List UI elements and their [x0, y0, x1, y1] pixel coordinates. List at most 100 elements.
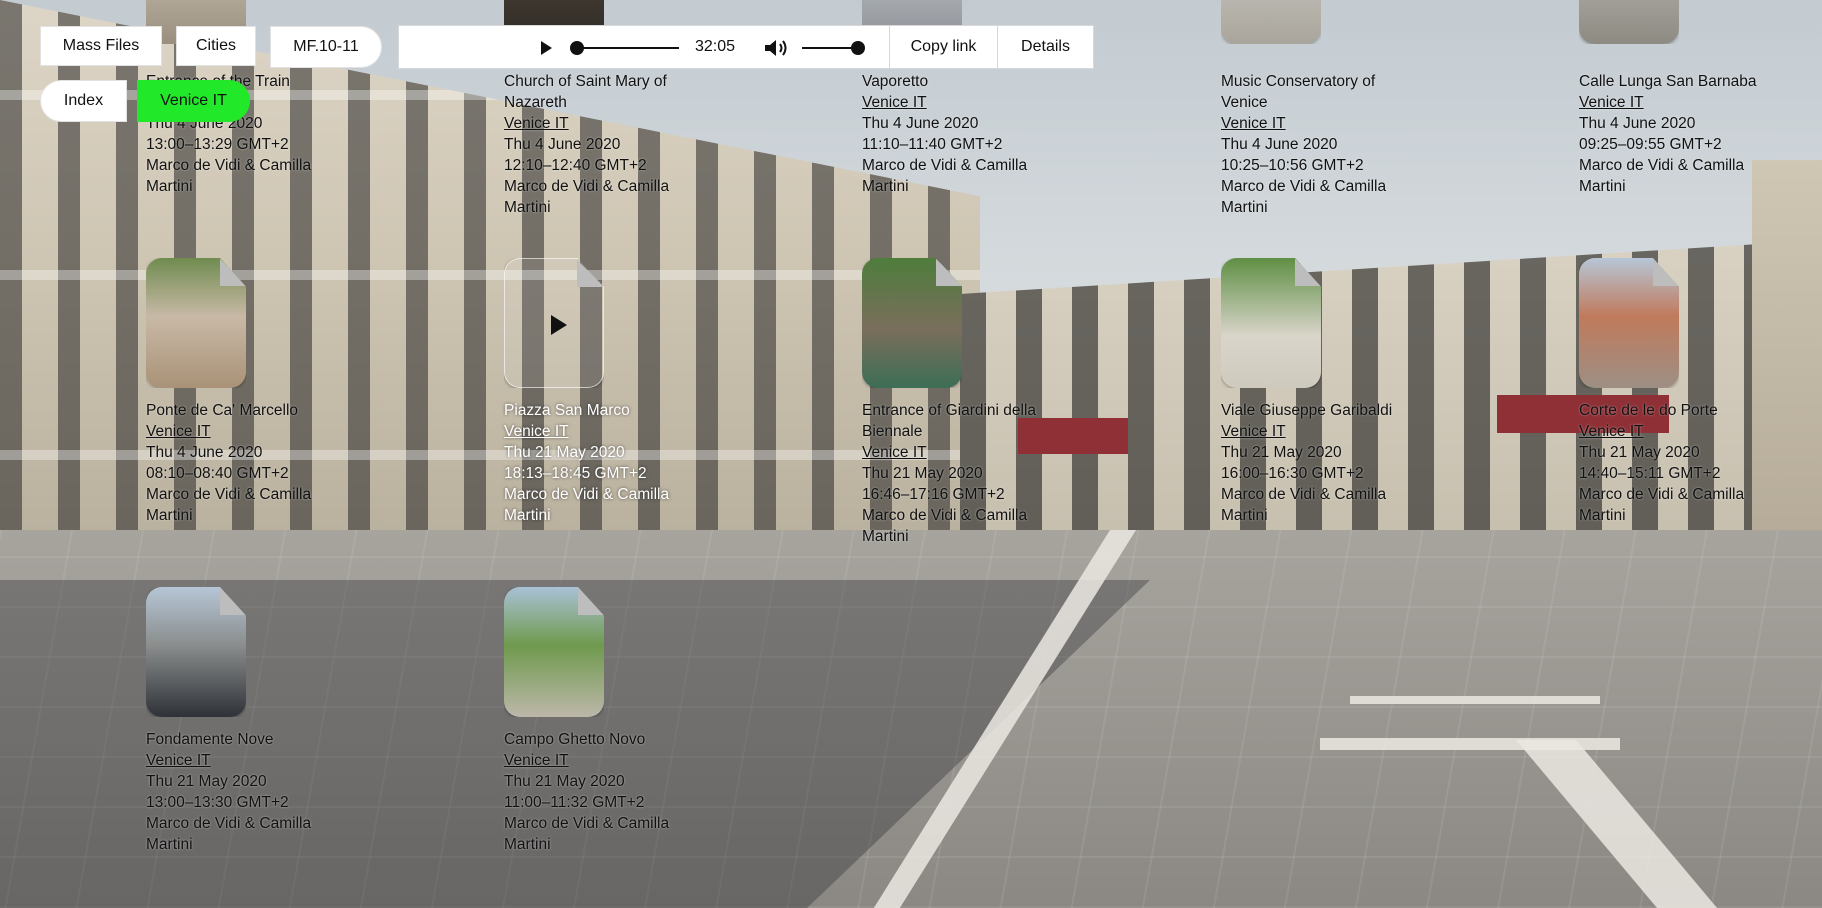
recording-info: Calle Lunga San Barnaba Venice IT Thu 4 Ju… [1579, 71, 1769, 197]
playback-time: 32:05 [695, 38, 736, 55]
recording-author: Marco de Vidi & Camilla [146, 157, 312, 174]
recording-info: Fondamente Nove Venice IT Thu 21 May 2020 1… [146, 729, 336, 855]
recording-time: 16:00–16:30 GMT+2 [1221, 465, 1364, 482]
recording-info: Viale Giuseppe Garibaldi Venice IT Thu 21 … [1221, 400, 1411, 526]
recording-title[interactable]: Corte de le do Porte [1579, 400, 1769, 421]
recording-time: 13:00–13:30 GMT+2 [146, 794, 289, 811]
recording-title[interactable]: Piazza San Marco [504, 400, 694, 421]
play-icon[interactable] [551, 315, 567, 335]
recording-info: Vaporetto Venice IT Thu 4 June 2020 11:10–1… [862, 71, 1052, 197]
audio-player: 32:05 Copy link Details [398, 25, 1094, 69]
recording-info: Church of Saint Mary of Nazareth Venice I… [504, 71, 694, 218]
recording-info: Piazza San Marco Venice IT Thu 21 May 2020… [504, 400, 694, 526]
recording-date: Thu 21 May 2020 [504, 773, 625, 790]
recording-date: Thu 21 May 2020 [1579, 444, 1700, 461]
recording-author: Marco de Vidi & Camilla [504, 178, 670, 195]
recording-author: Marco de Vidi & Camilla [504, 815, 670, 832]
copy-link-button[interactable]: Copy link [889, 26, 997, 68]
play-icon[interactable] [541, 41, 552, 55]
recording-title[interactable]: Music Conservatory of Venice [1221, 71, 1411, 113]
recording-thumbnail[interactable] [1579, 0, 1679, 44]
recording-city-link[interactable]: Venice IT [1221, 113, 1411, 134]
recording-time: 10:25–10:56 GMT+2 [1221, 157, 1364, 174]
pavement-stripe [1350, 696, 1600, 704]
recording-author: Martini [1579, 507, 1626, 524]
recording-title[interactable]: Ponte de Ca' Marcello [146, 400, 336, 421]
recording-city-link[interactable]: Venice IT [1579, 421, 1769, 442]
details-button[interactable]: Details [997, 26, 1093, 68]
recording-thumbnail[interactable] [1221, 258, 1321, 388]
nav-series-button[interactable]: MF.10-11 [270, 26, 382, 68]
recording-date: Thu 4 June 2020 [1221, 136, 1338, 153]
recording-author: Martini [504, 507, 551, 524]
recording-time: 11:10–11:40 GMT+2 [862, 136, 1003, 153]
recording-city-link[interactable]: Venice IT [504, 750, 694, 771]
recording-time: 11:00–11:32 GMT+2 [504, 794, 645, 811]
recording-city-link[interactable]: Venice IT [504, 421, 694, 442]
volume-icon[interactable] [763, 38, 789, 58]
recording-title[interactable]: Viale Giuseppe Garibaldi [1221, 400, 1411, 421]
recording-title[interactable]: Entrance of Giardini della Biennale [862, 400, 1052, 442]
recording-date: Thu 21 May 2020 [504, 444, 625, 461]
city-filter-venice-button[interactable]: Venice IT [137, 80, 250, 122]
recording-thumbnail[interactable] [862, 258, 962, 388]
recording-city-link[interactable]: Venice IT [146, 421, 336, 442]
recording-time: 16:46–17:16 GMT+2 [862, 486, 1005, 503]
recording-title[interactable]: Campo Ghetto Novo [504, 729, 694, 750]
recording-thumbnail[interactable] [1579, 258, 1679, 388]
recording-thumbnail[interactable] [146, 258, 246, 388]
recording-thumbnail[interactable] [1221, 0, 1321, 44]
recording-info: Music Conservatory of Venice Venice IT Thu… [1221, 71, 1411, 218]
recording-author: Martini [1221, 199, 1268, 216]
recording-date: Thu 21 May 2020 [146, 773, 267, 790]
recording-time: 13:00–13:29 GMT+2 [146, 136, 289, 153]
recording-author: Martini [1579, 178, 1626, 195]
nav-mass-files-button[interactable]: Mass Files [40, 26, 162, 66]
recording-info: Entrance of Giardini della Biennale Venic… [862, 400, 1052, 547]
recording-city-link[interactable]: Venice IT [1221, 421, 1411, 442]
recording-date: Thu 4 June 2020 [504, 136, 621, 153]
recording-author: Martini [146, 836, 193, 853]
volume-slider[interactable] [802, 41, 865, 55]
recording-info: Ponte de Ca' Marcello Venice IT Thu 4 June… [146, 400, 336, 526]
recording-date: Thu 4 June 2020 [1579, 115, 1696, 132]
recording-city-link[interactable]: Venice IT [862, 442, 1052, 463]
recording-time: 18:13–18:45 GMT+2 [504, 465, 647, 482]
recording-city-link[interactable]: Venice IT [1579, 92, 1769, 113]
recording-time: 08:10–08:40 GMT+2 [146, 465, 289, 482]
recording-date: Thu 4 June 2020 [146, 444, 263, 461]
recording-title[interactable]: Calle Lunga San Barnaba [1579, 71, 1769, 92]
recording-thumbnail[interactable] [146, 587, 246, 717]
seek-handle[interactable] [570, 41, 584, 55]
recording-time: 14:40–15:11 GMT+2 [1579, 465, 1721, 482]
recording-time: 12:10–12:40 GMT+2 [504, 157, 647, 174]
recording-thumbnail[interactable] [504, 258, 604, 388]
recording-info: Campo Ghetto Novo Venice IT Thu 21 May 202… [504, 729, 694, 855]
recording-author: Marco de Vidi & Camilla [1221, 486, 1387, 503]
recording-date: Thu 21 May 2020 [1221, 444, 1342, 461]
recording-author: Martini [862, 528, 909, 545]
recording-author: Marco de Vidi & Camilla [1579, 157, 1745, 174]
recording-author: Martini [1221, 507, 1268, 524]
recording-title[interactable]: Vaporetto [862, 71, 1052, 92]
recording-title[interactable]: Fondamente Nove [146, 729, 336, 750]
volume-handle[interactable] [851, 41, 865, 55]
pavement-stripe [1320, 738, 1620, 750]
index-view-button[interactable]: Index [40, 80, 127, 122]
recording-author: Martini [504, 199, 551, 216]
recording-thumbnail[interactable] [504, 587, 604, 717]
recording-city-link[interactable]: Venice IT [862, 92, 1052, 113]
recording-author: Martini [862, 178, 909, 195]
recording-author: Marco de Vidi & Camilla [504, 486, 670, 503]
recording-date: Thu 21 May 2020 [862, 465, 983, 482]
seek-slider[interactable] [570, 41, 679, 55]
recording-author: Martini [146, 507, 193, 524]
nav-cities-button[interactable]: Cities [176, 26, 256, 66]
recording-date: Thu 4 June 2020 [862, 115, 979, 132]
recording-info: Corte de le do Porte Venice IT Thu 21 May … [1579, 400, 1769, 526]
recording-city-link[interactable]: Venice IT [504, 113, 694, 134]
recording-title[interactable]: Church of Saint Mary of Nazareth [504, 71, 694, 113]
recording-author: Marco de Vidi & Camilla [146, 486, 312, 503]
recording-author: Marco de Vidi & Camilla [1221, 178, 1387, 195]
recording-city-link[interactable]: Venice IT [146, 750, 336, 771]
